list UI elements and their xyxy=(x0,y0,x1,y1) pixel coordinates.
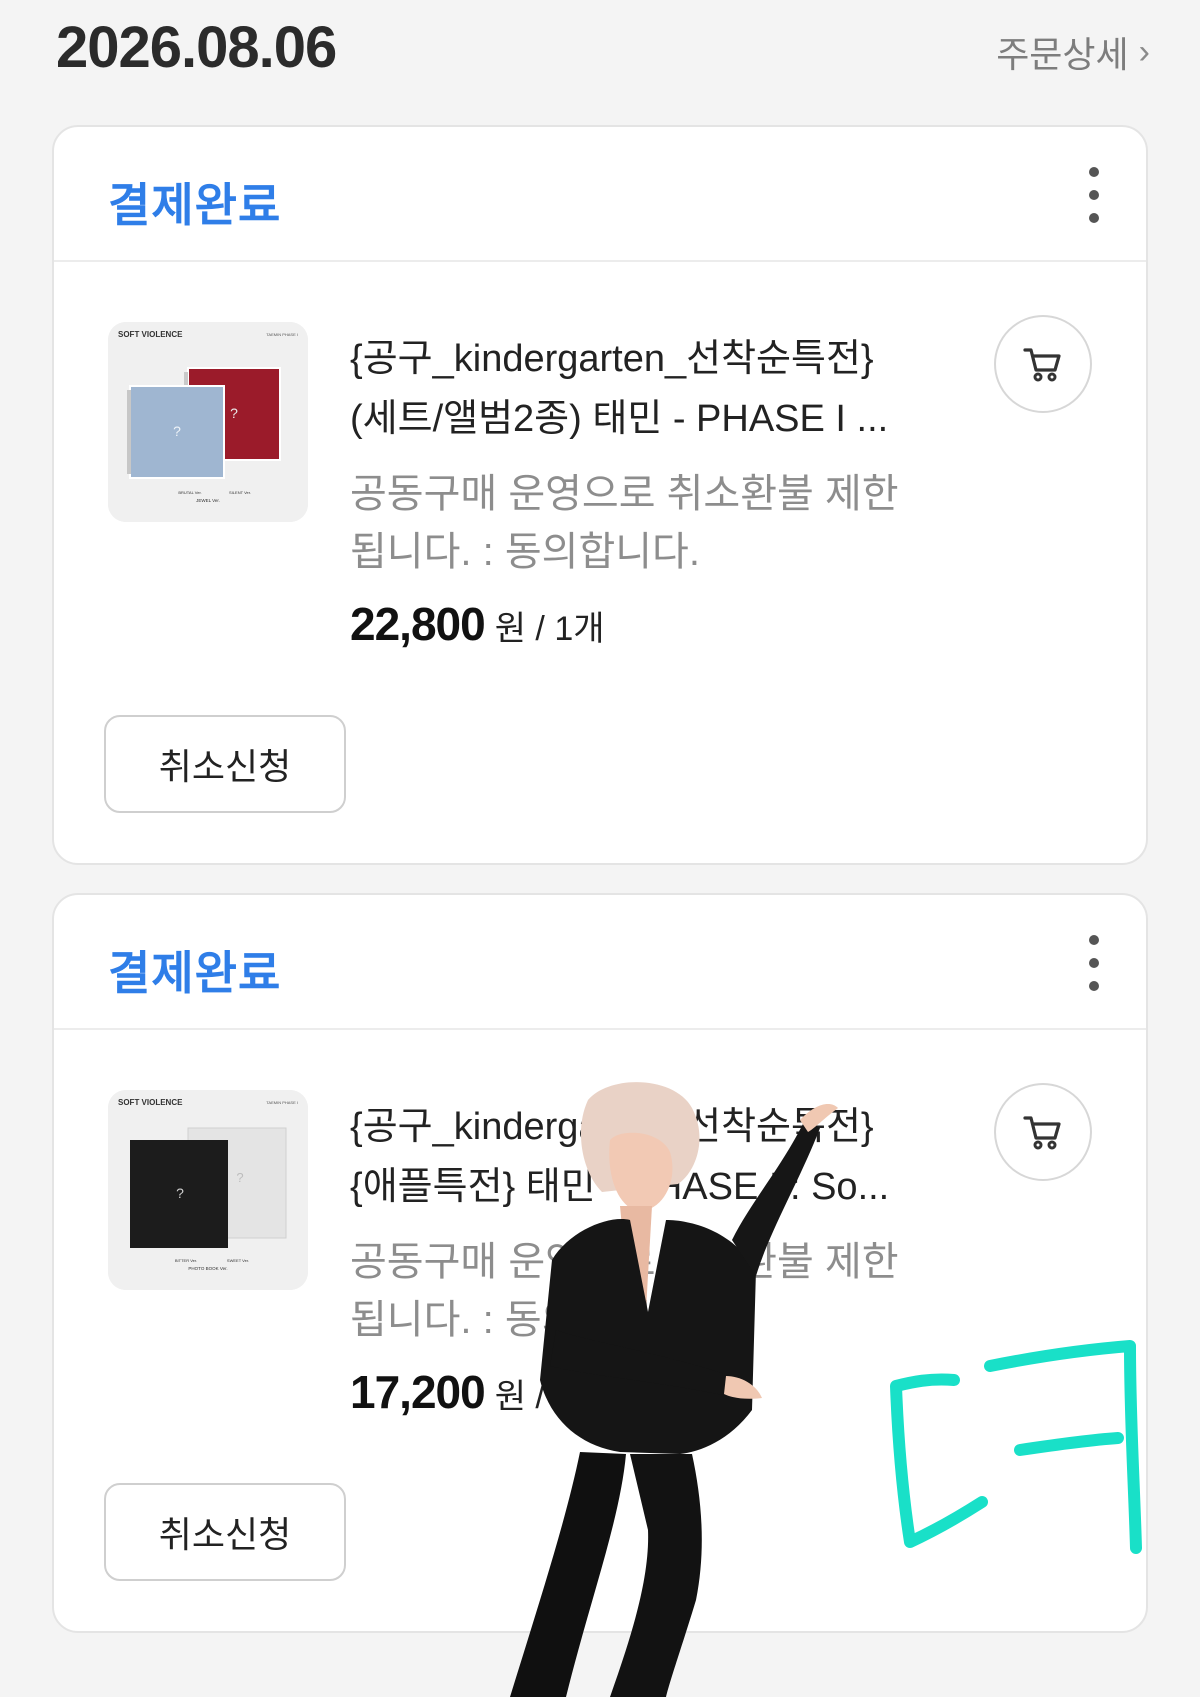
product-title-line: {공구_kindergarten_선착순특전} xyxy=(350,338,874,380)
thumb-brand: SOFT VIOLENCE xyxy=(118,330,183,339)
kebab-menu-icon[interactable] xyxy=(1082,935,1106,991)
cancel-request-button[interactable]: 취소신청 xyxy=(104,1483,346,1581)
add-to-cart-button[interactable] xyxy=(994,315,1092,413)
product-thumbnail[interactable]: SOFT VIOLENCE TAEMIN PHASE I ? ? BITTER … xyxy=(108,1090,308,1290)
thumb-caption-right: SILENT Ver. xyxy=(229,490,251,495)
thumb-caption-left: BRUTAL Ver. xyxy=(178,490,201,495)
order-detail-link[interactable]: 주문상세 › xyxy=(996,26,1150,78)
option-line: 공동구매 운영으로 취소환불 제한 xyxy=(350,472,899,516)
thumb-caption-bottom: PHOTO BOOK Ver. xyxy=(188,1266,227,1271)
order-card-header: 결제완료 xyxy=(54,127,1146,262)
option-line: 됩니다. : 동의합니다. xyxy=(350,530,700,574)
kebab-menu-icon[interactable] xyxy=(1082,167,1106,223)
thumb-brand: SOFT VIOLENCE xyxy=(118,1098,183,1107)
thumb-mark-red: ? xyxy=(230,405,238,421)
order-card: 결제완료 SOFT VIOLENCE TAEMIN PHASE I ? ? BR… xyxy=(52,125,1148,865)
thumb-mark-black: ? xyxy=(176,1185,184,1201)
order-date: 2026.08.06 xyxy=(56,15,337,80)
product-thumbnail[interactable]: SOFT VIOLENCE TAEMIN PHASE I ? ? BRUTAL … xyxy=(108,322,308,522)
thumb-caption-bottom: JEWEL Ver. xyxy=(196,498,220,503)
product-option: 공동구매 운영으로 취소환불 제한 됩니다. : 동의합니다. xyxy=(350,465,950,581)
thumb-badge: TAEMIN PHASE I xyxy=(266,332,298,337)
order-detail-label: 주문상세 xyxy=(996,34,1129,75)
price-value: 17,200 xyxy=(350,1366,486,1418)
cart-icon xyxy=(1023,1116,1061,1150)
thumb-caption-right: SWEET Ver. xyxy=(227,1258,249,1263)
order-status: 결제완료 xyxy=(108,947,282,999)
order-status: 결제완료 xyxy=(108,179,282,231)
thumb-caption-left: BITTER Ver. xyxy=(175,1258,197,1263)
price-value: 22,800 xyxy=(350,598,486,650)
order-list-page: 2026.08.06 주문상세 › 결제완료 SOFT VIOLENCE TAE… xyxy=(0,0,1200,1697)
cancel-request-button[interactable]: 취소신청 xyxy=(104,715,346,813)
chevron-right-icon: › xyxy=(1138,32,1150,71)
thumb-mark-blue: ? xyxy=(173,423,181,439)
price-row: 22,800 원 / 1개 xyxy=(350,597,605,651)
order-card-header: 결제완료 xyxy=(54,895,1146,1030)
album-cover-image: SOFT VIOLENCE TAEMIN PHASE I ? ? BITTER … xyxy=(108,1090,308,1290)
price-unit: 원 / 1개 xyxy=(494,610,605,648)
product-title[interactable]: {공구_kindergarten_선착순특전} (세트/앨범2종) 태민 - P… xyxy=(350,329,950,449)
product-title-line: (세트/앨범2종) 태민 - PHASE I ... xyxy=(350,398,889,440)
add-to-cart-button[interactable] xyxy=(994,1083,1092,1181)
thumb-mark-white: ? xyxy=(236,1170,243,1185)
person-sticker-image xyxy=(510,1082,838,1697)
album-cover-image: SOFT VIOLENCE TAEMIN PHASE I ? ? BRUTAL … xyxy=(108,322,308,522)
thumb-badge: TAEMIN PHASE I xyxy=(266,1100,298,1105)
doodle-scribble-image xyxy=(890,1340,1142,1554)
cart-icon xyxy=(1023,348,1061,382)
